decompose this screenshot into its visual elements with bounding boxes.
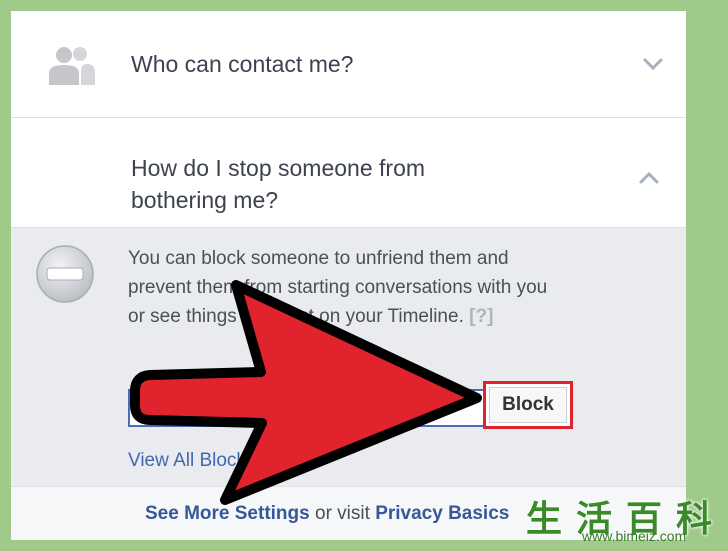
watermark-url: www.bimeiz.com — [582, 528, 687, 544]
red-arrow-annotation — [130, 280, 482, 505]
site-watermark: 生活百科 www.bimeiz.com — [526, 490, 726, 548]
